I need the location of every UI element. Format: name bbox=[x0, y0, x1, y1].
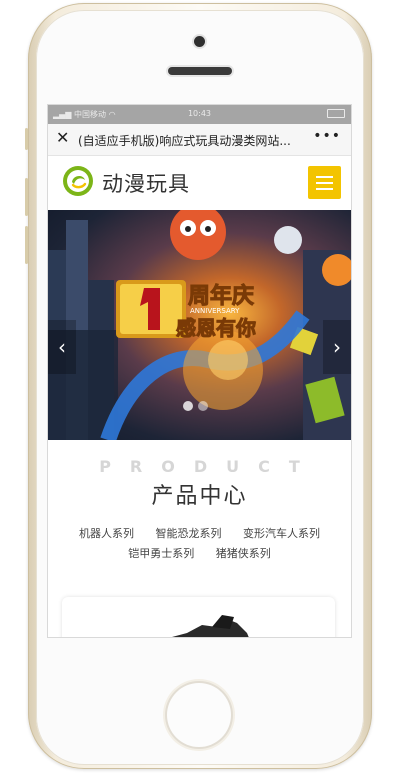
hero-banner[interactable]: 周年庆 ANNIVERSARY 感恩有你 ‹ › bbox=[48, 210, 351, 440]
category-transformer[interactable]: 变形汽车人系列 bbox=[243, 527, 320, 540]
site-header: 动漫玩具 bbox=[48, 156, 351, 211]
menu-icon bbox=[316, 176, 333, 178]
category-robot[interactable]: 机器人系列 bbox=[79, 527, 134, 540]
brand-name[interactable]: 动漫玩具 bbox=[102, 168, 190, 198]
phone-screen: ▂▄▆ 中国移动 ◠ 10:43 ✕ (自适应手机版)响应式玩具动漫类网站...… bbox=[47, 104, 352, 638]
brand-logo-icon bbox=[63, 166, 93, 196]
front-camera bbox=[194, 36, 205, 47]
banner-next-arrow[interactable]: › bbox=[323, 320, 351, 374]
volume-down-button bbox=[25, 226, 28, 264]
browser-title-bar: ✕ (自适应手机版)响应式玩具动漫类网站... ••• bbox=[48, 124, 351, 156]
home-button[interactable] bbox=[167, 683, 231, 747]
product-card[interactable] bbox=[62, 597, 335, 637]
volume-up-button bbox=[25, 178, 28, 216]
battery-icon bbox=[327, 109, 345, 118]
earpiece-speaker bbox=[168, 67, 232, 75]
more-options-icon[interactable]: ••• bbox=[313, 128, 341, 144]
category-armor-hero[interactable]: 铠甲勇士系列 bbox=[128, 547, 194, 560]
menu-button[interactable] bbox=[308, 166, 341, 199]
section-title: 产品中心 bbox=[151, 484, 248, 509]
page-title: (自适应手机版)响应式玩具动漫类网站... bbox=[78, 134, 291, 148]
category-dinosaur[interactable]: 智能恐龙系列 bbox=[156, 527, 222, 540]
close-icon[interactable]: ✕ bbox=[56, 129, 69, 147]
banner-headline-2: 感恩有你 bbox=[176, 316, 256, 340]
category-list: 机器人系列 智能恐龙系列 变形汽车人系列 铠甲勇士系列 猪猪侠系列 bbox=[48, 524, 351, 564]
banner-headline-1: 周年庆 bbox=[188, 283, 254, 309]
mute-switch bbox=[25, 128, 28, 150]
product-thumbnail bbox=[172, 615, 249, 637]
category-pig-hero[interactable]: 猪猪侠系列 bbox=[216, 547, 271, 560]
status-time: 10:43 bbox=[187, 109, 212, 118]
banner-anniversary: ANNIVERSARY bbox=[190, 307, 240, 315]
banner-artwork: 周年庆 ANNIVERSARY 感恩有你 bbox=[48, 210, 351, 440]
section-eyebrow: PRODUCT bbox=[99, 457, 319, 476]
status-bar: ▂▄▆ 中国移动 ◠ 10:43 bbox=[48, 105, 351, 124]
banner-prev-arrow[interactable]: ‹ bbox=[48, 320, 76, 374]
